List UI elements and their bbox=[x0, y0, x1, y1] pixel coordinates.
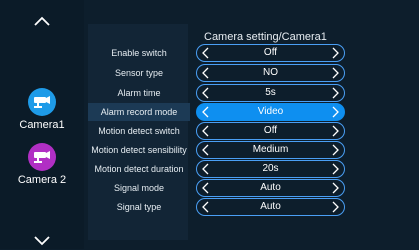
setting-row-alarm-record-mode: Alarm record mode Video bbox=[88, 103, 346, 121]
setting-label: Signal type bbox=[116, 202, 162, 212]
scroll-down-icon[interactable] bbox=[30, 232, 54, 250]
signal-mode-selector[interactable]: Auto bbox=[196, 179, 345, 197]
setting-label: Motion detect sensibility bbox=[91, 145, 187, 155]
camera-2-label: Camera 2 bbox=[17, 174, 67, 186]
chevron-left-icon[interactable] bbox=[199, 86, 211, 100]
alarm-record-mode-selector[interactable]: Video bbox=[196, 103, 345, 121]
sensor-type-selector[interactable]: NO bbox=[196, 64, 345, 82]
chevron-left-icon[interactable] bbox=[199, 46, 211, 60]
setting-value: 5s bbox=[265, 87, 276, 98]
setting-label: Motion detect switch bbox=[98, 126, 180, 136]
chevron-left-icon[interactable] bbox=[199, 143, 211, 157]
signal-type-selector[interactable]: Auto bbox=[196, 198, 345, 216]
setting-row-signal-type: Signal type Auto bbox=[88, 198, 346, 216]
chevron-left-icon[interactable] bbox=[199, 181, 211, 195]
setting-value: Auto bbox=[260, 201, 281, 212]
setting-value: Medium bbox=[252, 144, 289, 155]
chevron-left-icon[interactable] bbox=[199, 105, 211, 119]
chevron-right-icon[interactable] bbox=[330, 200, 342, 214]
chevron-right-icon[interactable] bbox=[330, 124, 342, 138]
chevron-right-icon[interactable] bbox=[330, 46, 342, 60]
chevron-left-icon[interactable] bbox=[199, 66, 211, 80]
scroll-up-icon[interactable] bbox=[30, 12, 54, 30]
setting-row-signal-mode: Signal mode Auto bbox=[88, 179, 346, 197]
setting-label: Motion detect duration bbox=[94, 164, 184, 174]
setting-row-alarm-time: Alarm time 5s bbox=[88, 84, 346, 102]
setting-value: 20s bbox=[262, 163, 279, 174]
chevron-right-icon[interactable] bbox=[330, 143, 342, 157]
chevron-right-icon[interactable] bbox=[330, 162, 342, 176]
camera-1-label: Camera1 bbox=[19, 119, 65, 131]
alarm-time-selector[interactable]: 5s bbox=[196, 84, 345, 102]
chevron-left-icon[interactable] bbox=[199, 200, 211, 214]
motion-detect-switch-selector[interactable]: Off bbox=[196, 122, 345, 140]
chevron-right-icon[interactable] bbox=[330, 105, 342, 119]
chevron-right-icon[interactable] bbox=[330, 66, 342, 80]
setting-label: Signal mode bbox=[113, 183, 165, 193]
setting-row-motion-detect-duration: Motion detect duration 20s bbox=[88, 160, 346, 178]
setting-label: Enable switch bbox=[111, 48, 167, 58]
camera-1-entry[interactable]: Camera1 bbox=[0, 88, 84, 131]
setting-value: Off bbox=[263, 47, 278, 58]
chevron-left-icon[interactable] bbox=[199, 124, 211, 138]
setting-row-enable-switch: Enable switch Off bbox=[88, 44, 346, 62]
setting-row-motion-detect-switch: Motion detect switch Off bbox=[88, 122, 346, 140]
security-camera-icon bbox=[28, 88, 56, 116]
setting-value: Auto bbox=[260, 182, 281, 193]
page-title: Camera setting/Camera1 bbox=[204, 31, 327, 43]
camera-2-entry[interactable]: Camera 2 bbox=[0, 143, 84, 186]
motion-detect-sensibility-selector[interactable]: Medium bbox=[196, 141, 345, 159]
setting-value: Off bbox=[263, 125, 278, 136]
setting-row-sensor-type: Sensor type NO bbox=[88, 64, 346, 82]
setting-row-motion-detect-sensibility: Motion detect sensibility Medium bbox=[88, 141, 346, 159]
chevron-right-icon[interactable] bbox=[330, 86, 342, 100]
setting-label: Alarm time bbox=[117, 88, 161, 98]
setting-label: Alarm record mode bbox=[88, 103, 190, 121]
security-camera-icon bbox=[28, 143, 56, 171]
setting-value: NO bbox=[263, 67, 278, 78]
setting-value: Video bbox=[257, 106, 284, 117]
enable-switch-selector[interactable]: Off bbox=[196, 44, 345, 62]
setting-label: Sensor type bbox=[114, 68, 164, 78]
chevron-right-icon[interactable] bbox=[330, 181, 342, 195]
chevron-left-icon[interactable] bbox=[199, 162, 211, 176]
motion-detect-duration-selector[interactable]: 20s bbox=[196, 160, 345, 178]
camera-sidebar: Camera1 Camera 2 bbox=[0, 0, 84, 249]
